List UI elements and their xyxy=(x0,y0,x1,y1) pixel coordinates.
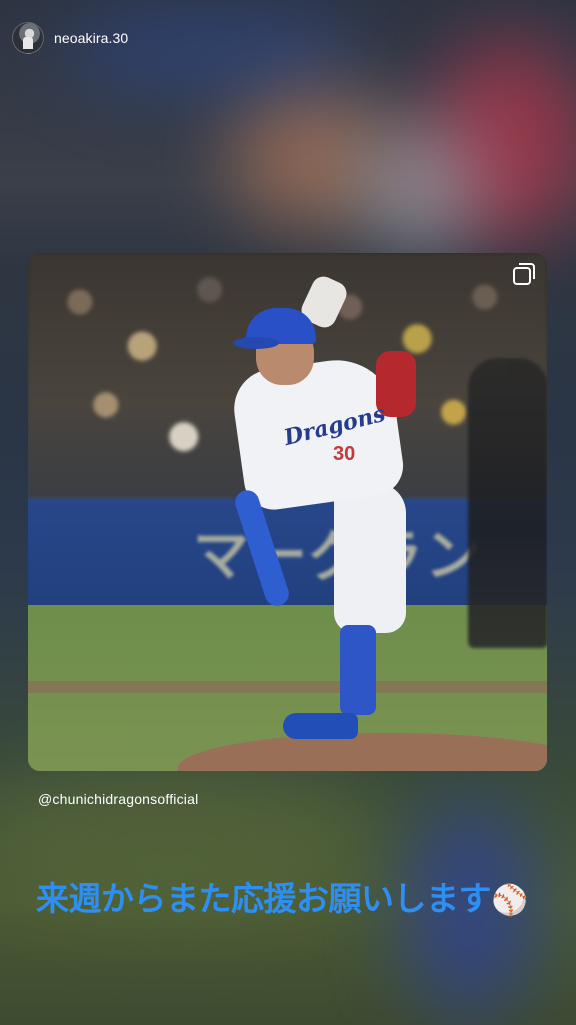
pitcher: Dragons 30 xyxy=(28,253,547,771)
story-caption: 来週からまた応援お願いします⚾ xyxy=(36,872,528,920)
carousel-icon xyxy=(513,263,535,285)
story-header: neoakira.30 xyxy=(12,22,128,54)
shared-post-image[interactable]: マーグラン Dragons 30 xyxy=(28,253,547,771)
baseball-icon: ⚾ xyxy=(491,883,528,918)
caption-text: 来週からまた応援お願いします xyxy=(36,879,492,918)
avatar[interactable] xyxy=(12,22,44,54)
jersey-number: 30 xyxy=(333,443,356,465)
username[interactable]: neoakira.30 xyxy=(54,30,128,46)
mention-sticker[interactable]: @chunichidragonsofficial xyxy=(38,791,198,807)
